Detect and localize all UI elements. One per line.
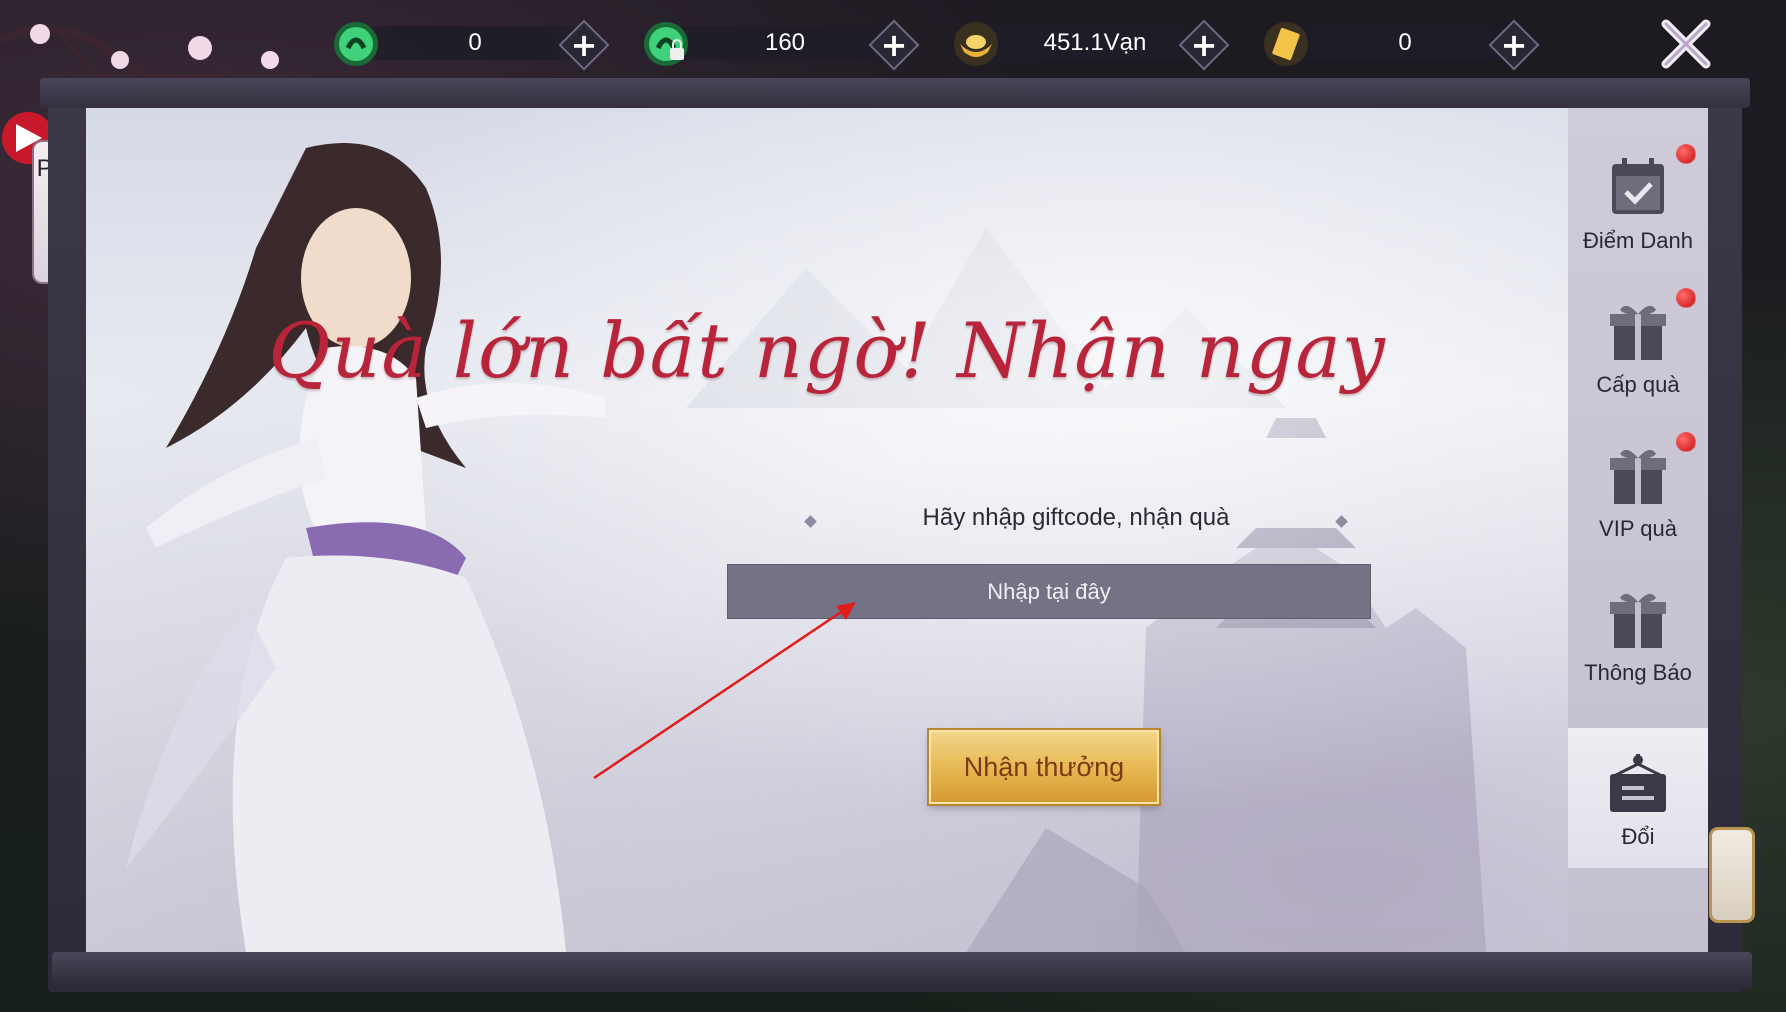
giftcode-prompt-row: Hãy nhập giftcode, nhận quà xyxy=(804,504,1348,544)
currency-gold-ingot: 451.1Vạn + xyxy=(940,12,1250,74)
sidebar-label: Thông Báo xyxy=(1584,660,1692,685)
notification-badge xyxy=(1676,288,1696,308)
sidebar-item-cap-qua[interactable]: Cấp quà xyxy=(1568,276,1708,416)
giftcode-prompt: Hãy nhập giftcode, nhận quà xyxy=(922,504,1230,531)
currency-value: 0 xyxy=(1398,29,1412,56)
currency-bar: 0 + 160 + 451.1Vạn + 0 + xyxy=(320,12,1550,74)
green-jade-icon xyxy=(332,20,380,68)
calendar-check-icon xyxy=(1612,158,1664,214)
claim-reward-button[interactable]: Nhận thưởng xyxy=(929,730,1159,804)
currency-jade-green: 0 + xyxy=(320,12,630,74)
locked-jade-icon xyxy=(642,20,690,68)
sidebar-item-diem-danh[interactable]: Điểm Danh xyxy=(1568,132,1708,272)
currency-gold-ticket: 0 + xyxy=(1250,12,1560,74)
gold-ingot-icon xyxy=(952,20,1000,68)
giftcode-input[interactable] xyxy=(727,564,1371,619)
gold-ticket-icon xyxy=(1262,20,1310,68)
sidebar-item-vip-qua[interactable]: VIP quà xyxy=(1568,420,1708,560)
close-icon[interactable] xyxy=(1660,18,1712,70)
currency-value: 0 xyxy=(468,29,482,56)
plus-icon: + xyxy=(1500,26,1528,64)
sidebar-item-thong-bao[interactable]: Thông Báo xyxy=(1568,564,1708,704)
gift-icon xyxy=(1610,305,1666,360)
plus-icon: + xyxy=(1190,26,1218,64)
currency-jade-locked: 160 + xyxy=(630,12,940,74)
notification-badge xyxy=(1676,144,1696,164)
currency-value: 451.1Vạn xyxy=(1043,29,1147,56)
right-sidebar: Điểm Danh Cấp quà VIP quà Thông Báo Đổi xyxy=(1568,108,1708,952)
gift-icon xyxy=(1610,593,1666,648)
gift-icon xyxy=(1610,449,1666,504)
currency-value: 160 xyxy=(764,29,806,56)
dialog-frame-top xyxy=(40,78,1750,108)
dialog-frame-bottom xyxy=(52,952,1752,990)
notification-badge xyxy=(1676,432,1696,452)
sidebar-label: Đổi xyxy=(1621,824,1655,849)
sidebar-label: Điểm Danh xyxy=(1582,228,1694,253)
lantern-decoration xyxy=(1712,830,1752,920)
sidebar-label: Cấp quà xyxy=(1596,372,1680,397)
giftcode-panel: Quà lớn bất ngờ! Nhận ngay Hãy nhập gift… xyxy=(86,108,1568,952)
exchange-board-icon xyxy=(1610,754,1666,812)
promo-headline: Quà lớn bất ngờ! Nhận ngay xyxy=(268,306,1386,395)
plus-icon: + xyxy=(570,26,598,64)
sidebar-label: VIP quà xyxy=(1599,516,1677,541)
heroine-character-art xyxy=(126,143,606,952)
sidebar-item-doi[interactable]: Đổi xyxy=(1568,728,1708,868)
plus-icon: + xyxy=(880,26,908,64)
claim-reward-label: Nhận thưởng xyxy=(963,751,1125,782)
